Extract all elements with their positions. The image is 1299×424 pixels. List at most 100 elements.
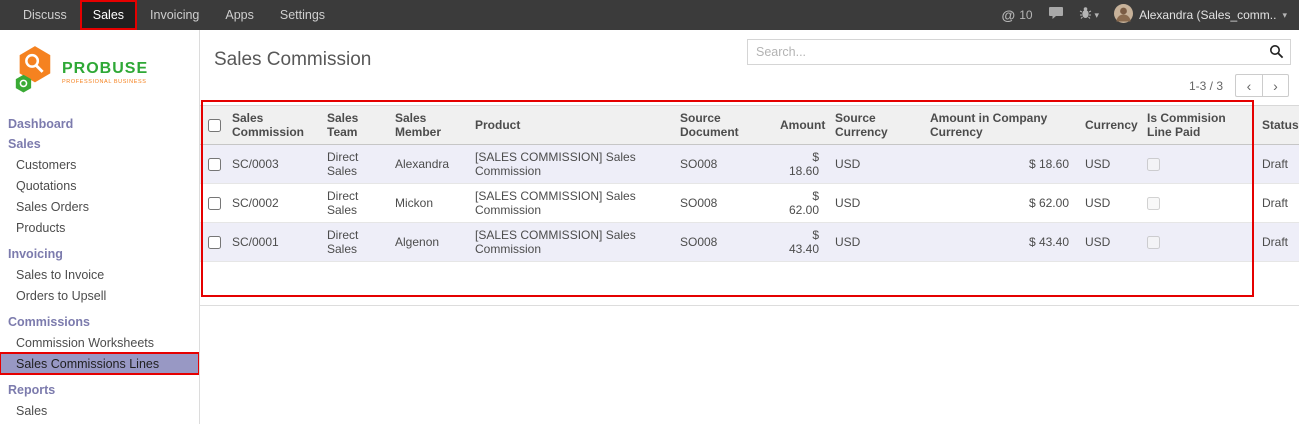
sidebar-item-commission-worksheets[interactable]: Commission Worksheets: [0, 332, 199, 353]
cell-sales-commission: SC/0003: [224, 145, 319, 184]
app-window: Discuss Sales Invoicing Apps Settings @ …: [0, 0, 1299, 424]
cell-product: [SALES COMMISSION] Sales Commission: [467, 223, 672, 262]
chevron-right-icon: ›: [1273, 78, 1278, 94]
sidebar-section-invoicing[interactable]: Invoicing: [0, 244, 199, 264]
cell-source-currency: USD: [827, 184, 922, 223]
bug-icon: [1079, 6, 1092, 24]
cell-amount-company: $ 43.40: [922, 223, 1077, 262]
control-panel: Sales Commission 1-3 / 3 ‹ ›: [200, 30, 1299, 105]
chevron-left-icon: ‹: [1247, 78, 1252, 94]
header-amount[interactable]: Amount: [772, 106, 827, 145]
select-all-header: [200, 106, 224, 145]
sidebar-item-dashboard[interactable]: Dashboard: [0, 114, 199, 134]
header-source-currency[interactable]: Source Currency: [827, 106, 922, 145]
cell-select: [200, 145, 224, 184]
paid-checkbox: [1147, 236, 1160, 249]
cell-sales-commission: SC/0001: [224, 223, 319, 262]
sidebar-section-reports[interactable]: Reports: [0, 380, 199, 400]
header-status[interactable]: Status: [1254, 106, 1299, 145]
paid-checkbox: [1147, 197, 1160, 210]
at-icon: @: [1002, 7, 1016, 23]
main-menu: Discuss Sales Invoicing Apps Settings: [0, 0, 338, 30]
cell-paid: [1139, 223, 1254, 262]
pager-next-button[interactable]: ›: [1262, 74, 1289, 97]
cell-sales-team: Direct Sales: [319, 145, 387, 184]
sidebar-item-quotations[interactable]: Quotations: [0, 175, 199, 196]
main-content: Sales Commission 1-3 / 3 ‹ ›: [200, 30, 1299, 424]
header-source-document[interactable]: Source Document: [672, 106, 772, 145]
menu-apps[interactable]: Apps: [212, 0, 267, 30]
table-row[interactable]: SC/0001 Direct Sales Algenon [SALES COMM…: [200, 223, 1299, 262]
logo-hexagon-magnifier-icon: [12, 44, 56, 101]
sidebar-item-reports-sales[interactable]: Sales: [0, 400, 199, 421]
avatar: [1114, 4, 1133, 26]
search-box: [747, 39, 1291, 65]
sidebar-item-products[interactable]: Products: [0, 217, 199, 238]
cell-sales-team: Direct Sales: [319, 184, 387, 223]
cell-sales-member: Alexandra: [387, 145, 467, 184]
mention-counter[interactable]: @ 10: [1002, 7, 1033, 23]
search-input[interactable]: [747, 39, 1291, 65]
cell-sales-team: Direct Sales: [319, 223, 387, 262]
list-view: Sales Commission Sales Team Sales Member…: [200, 105, 1299, 306]
cell-sales-member: Algenon: [387, 223, 467, 262]
pager-previous-button[interactable]: ‹: [1235, 74, 1262, 97]
header-is-commission-line-paid[interactable]: Is Commision Line Paid: [1139, 106, 1254, 145]
cell-source-currency: USD: [827, 223, 922, 262]
search-icon[interactable]: [1269, 44, 1284, 64]
messages-button[interactable]: [1048, 6, 1064, 25]
menu-sales[interactable]: Sales: [80, 0, 137, 30]
cell-select: [200, 223, 224, 262]
sidebar: PROBUSE PROFESSIONAL BUSINESS Dashboard …: [0, 30, 200, 424]
header-amount-company-currency[interactable]: Amount in Company Currency: [922, 106, 1077, 145]
cell-currency: USD: [1077, 223, 1139, 262]
header-product[interactable]: Product: [467, 106, 672, 145]
sidebar-item-sales-to-invoice[interactable]: Sales to Invoice: [0, 264, 199, 285]
cell-product: [SALES COMMISSION] Sales Commission: [467, 145, 672, 184]
user-menu[interactable]: Alexandra (Sales_comm.. ▾: [1114, 4, 1287, 26]
menu-discuss[interactable]: Discuss: [10, 0, 80, 30]
table-row[interactable]: SC/0002 Direct Sales Mickon [SALES COMMI…: [200, 184, 1299, 223]
user-name: Alexandra (Sales_comm..: [1139, 8, 1276, 22]
pager-range: 1-3 / 3: [1189, 79, 1223, 93]
header-currency[interactable]: Currency: [1077, 106, 1139, 145]
cell-currency: USD: [1077, 184, 1139, 223]
header-sales-commission[interactable]: Sales Commission: [224, 106, 319, 145]
debug-menu-button[interactable]: ▾: [1079, 6, 1100, 24]
page-title: Sales Commission: [214, 49, 371, 105]
pager: 1-3 / 3 ‹ ›: [1189, 74, 1289, 97]
header-sales-member[interactable]: Sales Member: [387, 106, 467, 145]
menu-invoicing[interactable]: Invoicing: [137, 0, 212, 30]
control-panel-right: 1-3 / 3 ‹ ›: [747, 35, 1291, 105]
row-select-checkbox[interactable]: [208, 236, 221, 249]
sidebar-item-orders-to-upsell[interactable]: Orders to Upsell: [0, 285, 199, 306]
logo-title: PROBUSE: [62, 61, 148, 77]
cell-source-document: SO008: [672, 223, 772, 262]
sidebar-section-sales[interactable]: Sales: [0, 134, 199, 154]
sidebar-item-sales-commissions-lines[interactable]: Sales Commissions Lines: [0, 353, 199, 374]
select-all-checkbox[interactable]: [208, 119, 221, 132]
cell-currency: USD: [1077, 145, 1139, 184]
mention-count: 10: [1019, 8, 1032, 22]
row-select-checkbox[interactable]: [208, 158, 221, 171]
cell-product: [SALES COMMISSION] Sales Commission: [467, 184, 672, 223]
menu-settings[interactable]: Settings: [267, 0, 338, 30]
table-row[interactable]: SC/0003 Direct Sales Alexandra [SALES CO…: [200, 145, 1299, 184]
chevron-down-icon: ▾: [1095, 10, 1100, 21]
header-sales-team[interactable]: Sales Team: [319, 106, 387, 145]
cell-amount: $ 18.60: [772, 145, 827, 184]
cell-paid: [1139, 184, 1254, 223]
sidebar-item-customers[interactable]: Customers: [0, 154, 199, 175]
sidebar-section-commissions[interactable]: Commissions: [0, 312, 199, 332]
cell-sales-commission: SC/0002: [224, 184, 319, 223]
cell-amount-company: $ 18.60: [922, 145, 1077, 184]
cell-select: [200, 184, 224, 223]
cell-amount: $ 62.00: [772, 184, 827, 223]
topbar: Discuss Sales Invoicing Apps Settings @ …: [0, 0, 1299, 30]
cell-source-document: SO008: [672, 145, 772, 184]
sidebar-item-sales-orders[interactable]: Sales Orders: [0, 196, 199, 217]
cell-status: Draft: [1254, 145, 1299, 184]
page-body: PROBUSE PROFESSIONAL BUSINESS Dashboard …: [0, 30, 1299, 424]
row-select-checkbox[interactable]: [208, 197, 221, 210]
cell-amount: $ 43.40: [772, 223, 827, 262]
